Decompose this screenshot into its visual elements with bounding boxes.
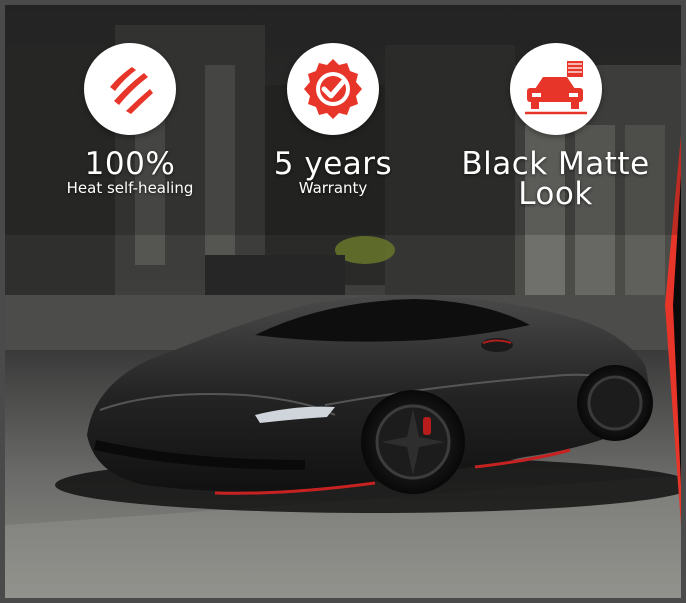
car-matte-icon — [524, 61, 587, 115]
feature-headline: 100% — [84, 146, 176, 182]
feature-headline: Black Matte Look — [461, 146, 650, 212]
feature-matte-look: Black Matte Look — [453, 43, 658, 212]
scratch-marks-icon — [110, 67, 153, 114]
feature-badge — [509, 43, 602, 135]
check-seal-icon — [304, 59, 362, 119]
feature-caption: Heat self-healing — [66, 179, 194, 197]
feature-strip: 100% Heat self-healing 5 years Warranty — [5, 5, 681, 245]
feature-self-healing: 100% Heat self-healing — [35, 43, 225, 197]
feature-caption: Warranty — [298, 179, 368, 197]
feature-headline: 5 years — [273, 146, 393, 182]
promo-banner: 100% Heat self-healing 5 years Warranty — [0, 0, 686, 603]
feature-badge — [84, 43, 176, 135]
feature-badge — [287, 43, 379, 135]
feature-warranty: 5 years Warranty — [253, 43, 413, 197]
